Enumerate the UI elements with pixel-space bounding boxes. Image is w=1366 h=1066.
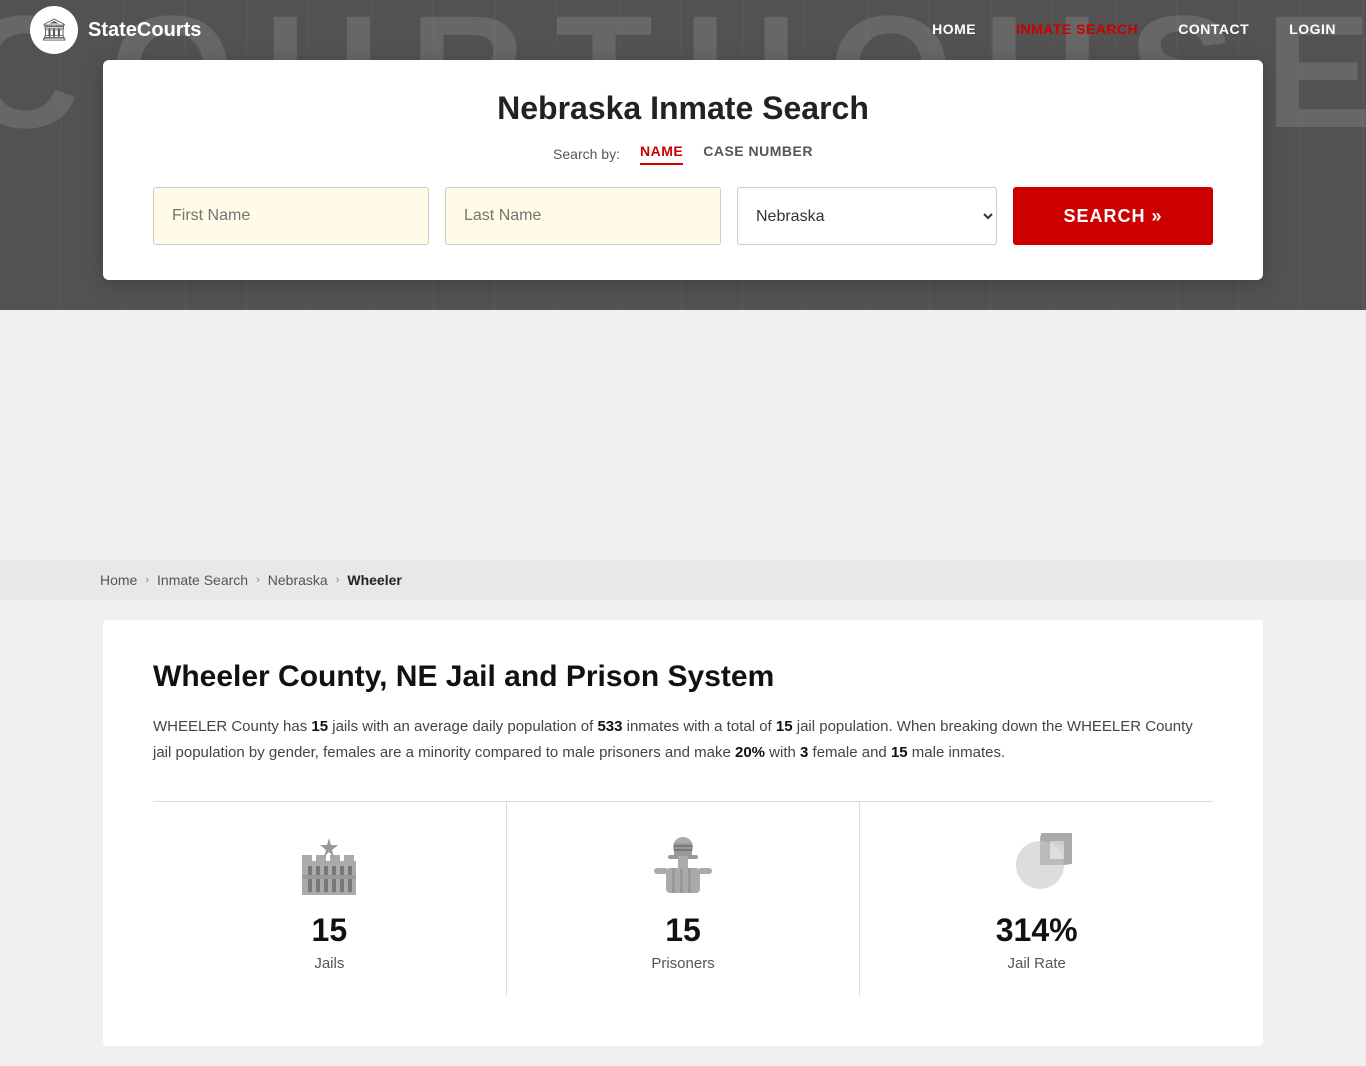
search-by-row: Search by: NAME CASE NUMBER (153, 143, 1213, 165)
logo-text: StateCourts (88, 19, 201, 42)
stats-row: 15 Jails (153, 801, 1213, 996)
nav-inmate-search[interactable]: INMATE SEARCH (1016, 21, 1138, 37)
nav-login[interactable]: LOGIN (1289, 21, 1336, 37)
stat-prisoners: 15 Prisoners (507, 802, 861, 996)
chevron-icon-1: › (145, 574, 149, 586)
jails-icon (289, 830, 369, 900)
tab-case-number[interactable]: CASE NUMBER (703, 143, 813, 165)
chevron-icon-2: › (256, 574, 260, 586)
stat-jails: 15 Jails (153, 802, 507, 996)
search-button[interactable]: SEARCH » (1013, 187, 1213, 245)
main-content: Wheeler County, NE Jail and Prison Syste… (103, 620, 1263, 1046)
navigation: 🏛 StateCourts HOME INMATE SEARCH CONTACT… (0, 0, 1366, 60)
hero-section: COURTHOUSE 🏛 StateCourts HOME INMATE SEA… (0, 0, 1366, 310)
logo-icon: 🏛 (30, 6, 78, 54)
search-by-label: Search by: (553, 146, 620, 162)
breadcrumb-inmate-search[interactable]: Inmate Search (157, 572, 248, 588)
breadcrumb-nebraska[interactable]: Nebraska (268, 572, 328, 588)
jail-rate-label: Jail Rate (1008, 955, 1066, 972)
stat-jail-rate: 314% Jail Rate (860, 802, 1213, 996)
breadcrumb-current: Wheeler (347, 572, 401, 588)
search-card: Nebraska Inmate Search Search by: NAME C… (103, 60, 1263, 280)
prisoner-icon (643, 830, 723, 900)
jail-rate-number: 314% (996, 912, 1078, 949)
jails-label: Jails (314, 955, 344, 972)
state-select[interactable]: Nebraska Alabama Alaska Arizona Arkansas… (737, 187, 997, 245)
county-description: WHEELER County has 15 jails with an aver… (153, 714, 1213, 765)
chevron-icon-3: › (336, 574, 340, 586)
county-title: Wheeler County, NE Jail and Prison Syste… (153, 660, 1213, 694)
last-name-input[interactable] (445, 187, 721, 245)
prisoners-number: 15 (665, 912, 701, 949)
tab-name[interactable]: NAME (640, 143, 683, 165)
jails-number: 15 (312, 912, 348, 949)
search-inputs: Nebraska Alabama Alaska Arizona Arkansas… (153, 187, 1213, 245)
breadcrumb-home[interactable]: Home (100, 572, 137, 588)
rate-icon (997, 830, 1077, 900)
prisoners-label: Prisoners (651, 955, 714, 972)
nav-home[interactable]: HOME (932, 21, 976, 37)
search-card-title: Nebraska Inmate Search (153, 90, 1213, 127)
logo-link[interactable]: 🏛 StateCourts (30, 6, 201, 54)
nav-contact[interactable]: CONTACT (1178, 21, 1249, 37)
nav-links: HOME INMATE SEARCH CONTACT LOGIN (932, 21, 1336, 39)
first-name-input[interactable] (153, 187, 429, 245)
breadcrumb: Home › Inmate Search › Nebraska › Wheele… (0, 560, 1366, 600)
